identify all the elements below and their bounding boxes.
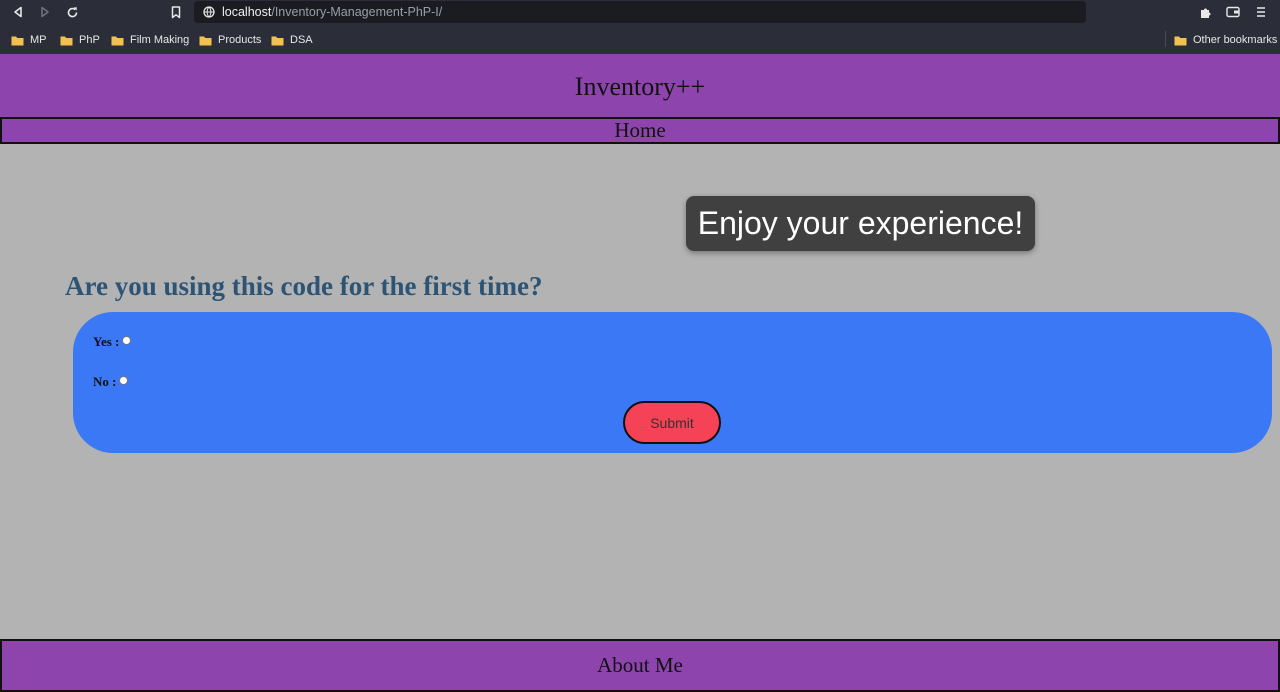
bookmark-label: DSA (290, 34, 313, 46)
bookmarks-divider (1165, 31, 1166, 47)
bookmark-label: Film Making (130, 34, 190, 46)
extensions-puzzle-icon[interactable] (1195, 3, 1215, 21)
other-bookmarks-label: Other bookmarks (1193, 34, 1278, 46)
bookmark-label: Products (218, 34, 262, 46)
folder-icon (199, 36, 212, 45)
site-info-icon[interactable] (203, 6, 215, 18)
option-no: No : (93, 374, 129, 390)
other-bookmarks[interactable]: Other bookmarks (1174, 32, 1277, 48)
back-arrow-icon[interactable] (8, 3, 28, 21)
address-url: localhost/Inventory-Management-PhP-I/ (222, 5, 442, 19)
yes-label: Yes : (93, 334, 120, 349)
bookmark-label: PhP (79, 34, 100, 46)
first-time-form: Yes : No : Submit (73, 312, 1272, 453)
bookmark-products[interactable]: Products (199, 32, 261, 48)
bookmark-film-making[interactable]: Film Making (111, 32, 189, 48)
folder-icon (1174, 36, 1187, 45)
submit-label: Submit (650, 414, 694, 431)
option-yes: Yes : (93, 334, 132, 350)
url-path: /Inventory-Management-PhP-I/ (271, 5, 443, 19)
address-bar[interactable]: localhost/Inventory-Management-PhP-I/ (194, 1, 1086, 23)
folder-icon (60, 36, 73, 45)
nav-home-link[interactable]: Home (614, 118, 665, 143)
reload-icon[interactable] (62, 3, 82, 21)
no-radio[interactable] (119, 376, 129, 385)
bookmark-dsa[interactable]: DSA (271, 32, 313, 48)
submit-button[interactable]: Submit (623, 401, 721, 444)
wallet-icon[interactable] (1223, 3, 1243, 21)
bookmark-php[interactable]: PhP (60, 32, 100, 48)
first-time-question: Are you using this code for the first ti… (65, 271, 543, 301)
bookmark-label: MP (30, 34, 47, 46)
folder-icon (111, 36, 124, 45)
welcome-toast: Enjoy your experience! (686, 196, 1035, 251)
site-nav: Home (0, 117, 1280, 144)
site-footer: About Me (0, 639, 1280, 692)
bookmark-icon[interactable] (166, 3, 186, 21)
site-title: Inventory++ (574, 71, 706, 101)
browser-toolbar: localhost/Inventory-Management-PhP-I/ (0, 0, 1280, 25)
browser-menu-icon[interactable] (1251, 3, 1271, 21)
forward-arrow-icon[interactable] (35, 3, 55, 21)
folder-icon (271, 36, 284, 45)
about-me-link[interactable]: About Me (597, 653, 683, 678)
site-header: Inventory++ (0, 54, 1280, 117)
url-host: localhost (222, 5, 272, 19)
no-label: No : (93, 374, 117, 389)
bookmarks-bar (0, 25, 1280, 54)
toast-message: Enjoy your experience! (697, 205, 1024, 241)
yes-radio[interactable] (122, 336, 132, 345)
bookmark-mp[interactable]: MP (11, 32, 47, 48)
folder-icon (11, 36, 24, 45)
